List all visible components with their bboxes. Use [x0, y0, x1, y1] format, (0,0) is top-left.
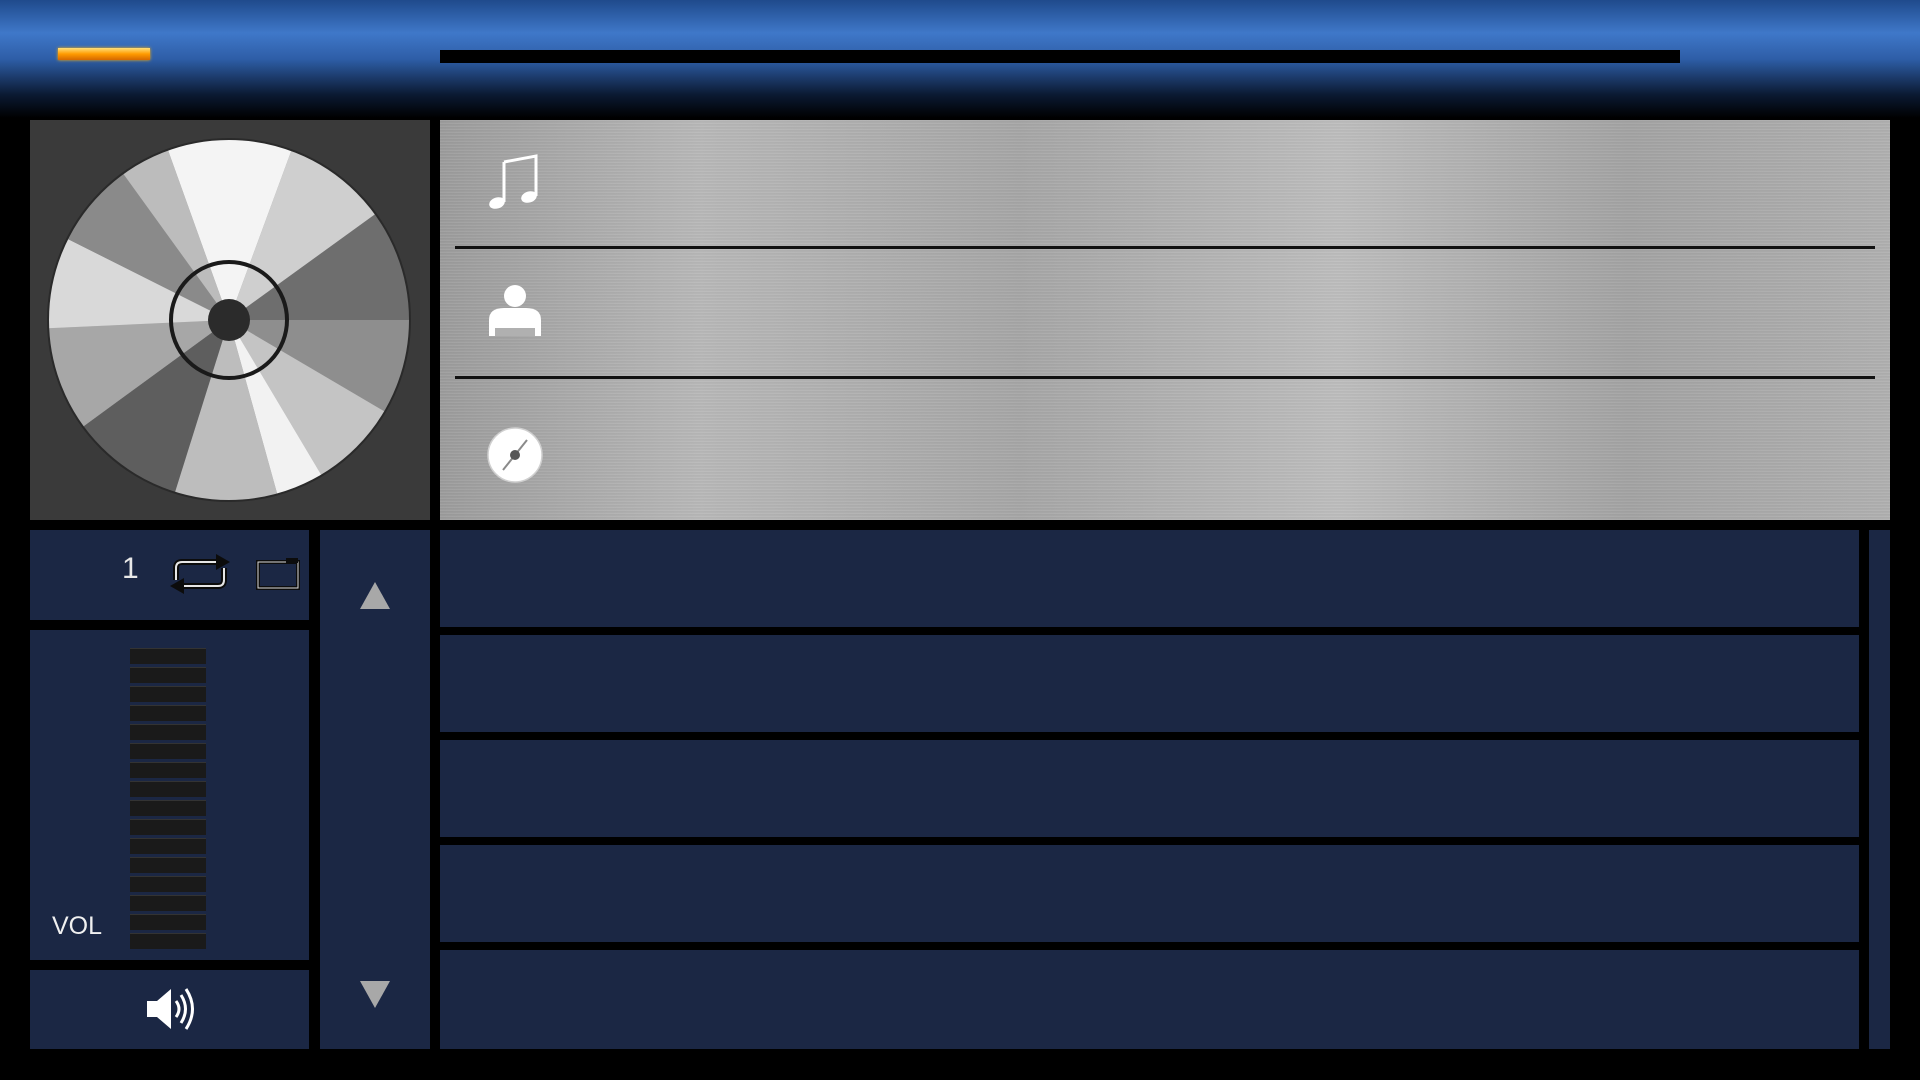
cd-disc-icon	[47, 138, 411, 502]
playlist-item[interactable]	[440, 845, 1859, 942]
seek-bar[interactable]	[440, 50, 1680, 63]
triangle-down-icon	[360, 981, 390, 1008]
repeat-count: 1	[122, 552, 139, 585]
volume-segment	[130, 914, 206, 930]
volume-panel: VOL	[30, 630, 309, 960]
media-player: 1 VOL	[0, 0, 1920, 1080]
scroll-down-button[interactable]	[359, 980, 391, 1010]
repeat-icon[interactable]	[162, 554, 238, 594]
volume-segment	[130, 838, 206, 854]
album-art	[30, 120, 430, 520]
volume-segment	[130, 876, 206, 892]
disc-icon	[487, 427, 543, 483]
playlist-scroll-panel	[320, 530, 430, 1049]
playlist-item[interactable]	[440, 635, 1859, 732]
playlist-item[interactable]	[440, 530, 1859, 627]
triangle-up-icon	[360, 582, 390, 609]
volume-segment	[130, 819, 206, 835]
music-note-icon	[489, 154, 538, 209]
volume-segment	[130, 667, 206, 683]
volume-label: VOL	[52, 912, 103, 940]
scroll-up-button[interactable]	[359, 580, 391, 610]
volume-segment	[130, 648, 206, 664]
volume-meter[interactable]	[130, 648, 208, 949]
playlist-scrollbar[interactable]	[1869, 530, 1890, 1049]
playlist-item[interactable]	[440, 950, 1859, 1049]
track-title-row	[440, 120, 1890, 248]
volume-segment	[130, 705, 206, 721]
volume-segment	[130, 857, 206, 873]
top-bar	[0, 0, 1920, 118]
speaker-icon[interactable]	[143, 985, 199, 1033]
person-icon	[489, 285, 541, 336]
volume-segment	[130, 762, 206, 778]
volume-segment	[130, 686, 206, 702]
volume-segment	[130, 724, 206, 740]
mute-panel	[30, 970, 309, 1049]
divider	[455, 246, 1875, 249]
status-indicator	[58, 48, 150, 60]
album-row	[440, 380, 1890, 520]
volume-segment	[130, 895, 206, 911]
volume-segment	[130, 743, 206, 759]
now-playing-panel	[440, 120, 1890, 520]
volume-segment	[130, 933, 206, 949]
window-mode-icon[interactable]	[256, 556, 300, 590]
playlist-item[interactable]	[440, 740, 1859, 837]
playlist	[440, 530, 1860, 1049]
volume-segment	[130, 800, 206, 816]
playback-mode-panel: 1	[30, 530, 309, 620]
divider	[455, 376, 1875, 379]
artist-row	[440, 250, 1890, 378]
volume-segment	[130, 781, 206, 797]
